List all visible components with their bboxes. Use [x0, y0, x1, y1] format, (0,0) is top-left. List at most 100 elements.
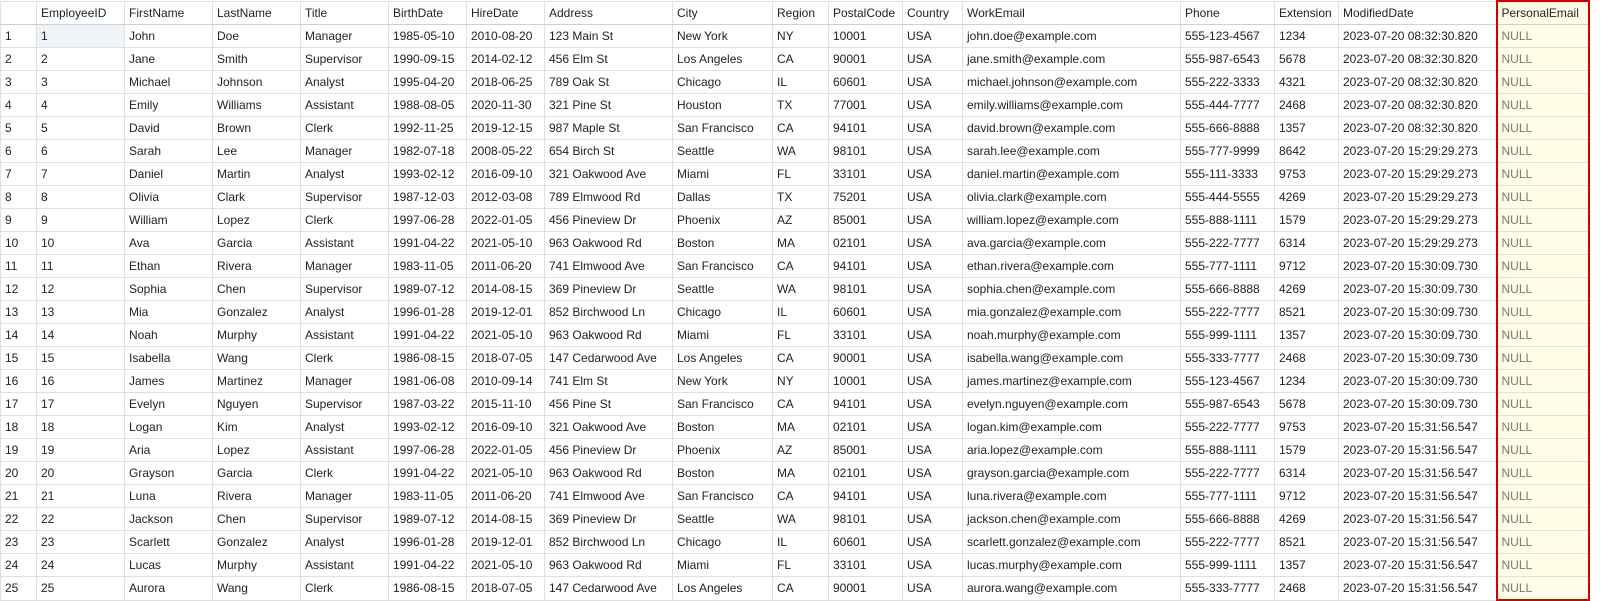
cell-workemail[interactable]: michael.johnson@example.com: [963, 71, 1181, 94]
cell-modifieddate[interactable]: 2023-07-20 15:31:56.547: [1339, 531, 1497, 554]
cell-employeeid[interactable]: 3: [37, 71, 125, 94]
cell-region[interactable]: CA: [773, 255, 829, 278]
row-number[interactable]: 12: [1, 278, 37, 301]
cell-extension[interactable]: 5678: [1275, 48, 1339, 71]
table-row[interactable]: 1010AvaGarciaAssistant1991-04-222021-05-…: [1, 232, 1589, 255]
cell-postalcode[interactable]: 10001: [829, 25, 903, 48]
cell-address[interactable]: 789 Elmwood Rd: [545, 186, 673, 209]
cell-extension[interactable]: 4269: [1275, 186, 1339, 209]
cell-city[interactable]: Miami: [673, 163, 773, 186]
cell-title[interactable]: Assistant: [301, 94, 389, 117]
cell-firstname[interactable]: Aria: [125, 439, 213, 462]
cell-region[interactable]: CA: [773, 577, 829, 601]
cell-personalemail[interactable]: NULL: [1497, 209, 1589, 232]
row-number[interactable]: 24: [1, 554, 37, 577]
cell-birthdate[interactable]: 1989-07-12: [389, 508, 467, 531]
cell-hiredate[interactable]: 2022-01-05: [467, 209, 545, 232]
cell-phone[interactable]: 555-222-3333: [1181, 71, 1275, 94]
table-row[interactable]: 1818LoganKimAnalyst1993-02-122016-09-103…: [1, 416, 1589, 439]
cell-employeeid[interactable]: 4: [37, 94, 125, 117]
cell-city[interactable]: Seattle: [673, 140, 773, 163]
cell-firstname[interactable]: James: [125, 370, 213, 393]
cell-employeeid[interactable]: 5: [37, 117, 125, 140]
cell-lastname[interactable]: Lee: [213, 140, 301, 163]
cell-hiredate[interactable]: 2010-08-20: [467, 25, 545, 48]
cell-firstname[interactable]: Olivia: [125, 186, 213, 209]
cell-address[interactable]: 456 Elm St: [545, 48, 673, 71]
cell-workemail[interactable]: david.brown@example.com: [963, 117, 1181, 140]
cell-personalemail[interactable]: NULL: [1497, 393, 1589, 416]
cell-personalemail[interactable]: NULL: [1497, 94, 1589, 117]
row-number[interactable]: 18: [1, 416, 37, 439]
cell-region[interactable]: CA: [773, 117, 829, 140]
cell-phone[interactable]: 555-888-1111: [1181, 209, 1275, 232]
cell-modifieddate[interactable]: 2023-07-20 15:29:29.273: [1339, 232, 1497, 255]
cell-region[interactable]: MA: [773, 416, 829, 439]
cell-phone[interactable]: 555-222-7777: [1181, 531, 1275, 554]
cell-postalcode[interactable]: 02101: [829, 416, 903, 439]
cell-country[interactable]: USA: [903, 393, 963, 416]
cell-hiredate[interactable]: 2019-12-01: [467, 531, 545, 554]
cell-hiredate[interactable]: 2019-12-01: [467, 301, 545, 324]
cell-personalemail[interactable]: NULL: [1497, 554, 1589, 577]
row-number[interactable]: 10: [1, 232, 37, 255]
cell-country[interactable]: USA: [903, 278, 963, 301]
cell-phone[interactable]: 555-444-5555: [1181, 186, 1275, 209]
cell-modifieddate[interactable]: 2023-07-20 15:30:09.730: [1339, 324, 1497, 347]
cell-lastname[interactable]: Gonzalez: [213, 531, 301, 554]
cell-city[interactable]: Chicago: [673, 301, 773, 324]
table-row[interactable]: 44EmilyWilliamsAssistant1988-08-052020-1…: [1, 94, 1589, 117]
cell-personalemail[interactable]: NULL: [1497, 370, 1589, 393]
cell-modifieddate[interactable]: 2023-07-20 15:30:09.730: [1339, 301, 1497, 324]
cell-birthdate[interactable]: 1987-12-03: [389, 186, 467, 209]
cell-postalcode[interactable]: 60601: [829, 301, 903, 324]
cell-employeeid[interactable]: 18: [37, 416, 125, 439]
cell-modifieddate[interactable]: 2023-07-20 15:29:29.273: [1339, 140, 1497, 163]
cell-phone[interactable]: 555-987-6543: [1181, 393, 1275, 416]
cell-birthdate[interactable]: 1993-02-12: [389, 163, 467, 186]
cell-region[interactable]: IL: [773, 71, 829, 94]
cell-modifieddate[interactable]: 2023-07-20 15:31:56.547: [1339, 485, 1497, 508]
row-number[interactable]: 9: [1, 209, 37, 232]
cell-phone[interactable]: 555-222-7777: [1181, 301, 1275, 324]
cell-employeeid[interactable]: 19: [37, 439, 125, 462]
cell-phone[interactable]: 555-444-7777: [1181, 94, 1275, 117]
table-row[interactable]: 2222JacksonChenSupervisor1989-07-122014-…: [1, 508, 1589, 531]
cell-city[interactable]: Phoenix: [673, 439, 773, 462]
cell-country[interactable]: USA: [903, 554, 963, 577]
cell-extension[interactable]: 1357: [1275, 324, 1339, 347]
cell-extension[interactable]: 1579: [1275, 439, 1339, 462]
cell-extension[interactable]: 2468: [1275, 347, 1339, 370]
cell-title[interactable]: Clerk: [301, 347, 389, 370]
cell-firstname[interactable]: Ethan: [125, 255, 213, 278]
cell-lastname[interactable]: Johnson: [213, 71, 301, 94]
cell-title[interactable]: Assistant: [301, 439, 389, 462]
cell-postalcode[interactable]: 94101: [829, 255, 903, 278]
cell-personalemail[interactable]: NULL: [1497, 232, 1589, 255]
cell-firstname[interactable]: Sophia: [125, 278, 213, 301]
cell-birthdate[interactable]: 1996-01-28: [389, 531, 467, 554]
cell-extension[interactable]: 9753: [1275, 163, 1339, 186]
cell-postalcode[interactable]: 90001: [829, 347, 903, 370]
cell-workemail[interactable]: emily.williams@example.com: [963, 94, 1181, 117]
cell-address[interactable]: 321 Oakwood Ave: [545, 416, 673, 439]
cell-firstname[interactable]: Logan: [125, 416, 213, 439]
cell-firstname[interactable]: David: [125, 117, 213, 140]
cell-city[interactable]: Seattle: [673, 278, 773, 301]
cell-country[interactable]: USA: [903, 48, 963, 71]
cell-title[interactable]: Clerk: [301, 462, 389, 485]
cell-postalcode[interactable]: 90001: [829, 577, 903, 601]
cell-employeeid[interactable]: 20: [37, 462, 125, 485]
cell-workemail[interactable]: jackson.chen@example.com: [963, 508, 1181, 531]
cell-region[interactable]: TX: [773, 94, 829, 117]
row-number[interactable]: 8: [1, 186, 37, 209]
cell-extension[interactable]: 9753: [1275, 416, 1339, 439]
cell-workemail[interactable]: william.lopez@example.com: [963, 209, 1181, 232]
cell-region[interactable]: MA: [773, 232, 829, 255]
column-header-lastname[interactable]: LastName: [213, 1, 301, 25]
cell-address[interactable]: 369 Pineview Dr: [545, 508, 673, 531]
cell-hiredate[interactable]: 2016-09-10: [467, 163, 545, 186]
row-number[interactable]: 11: [1, 255, 37, 278]
cell-city[interactable]: Los Angeles: [673, 48, 773, 71]
cell-title[interactable]: Analyst: [301, 71, 389, 94]
